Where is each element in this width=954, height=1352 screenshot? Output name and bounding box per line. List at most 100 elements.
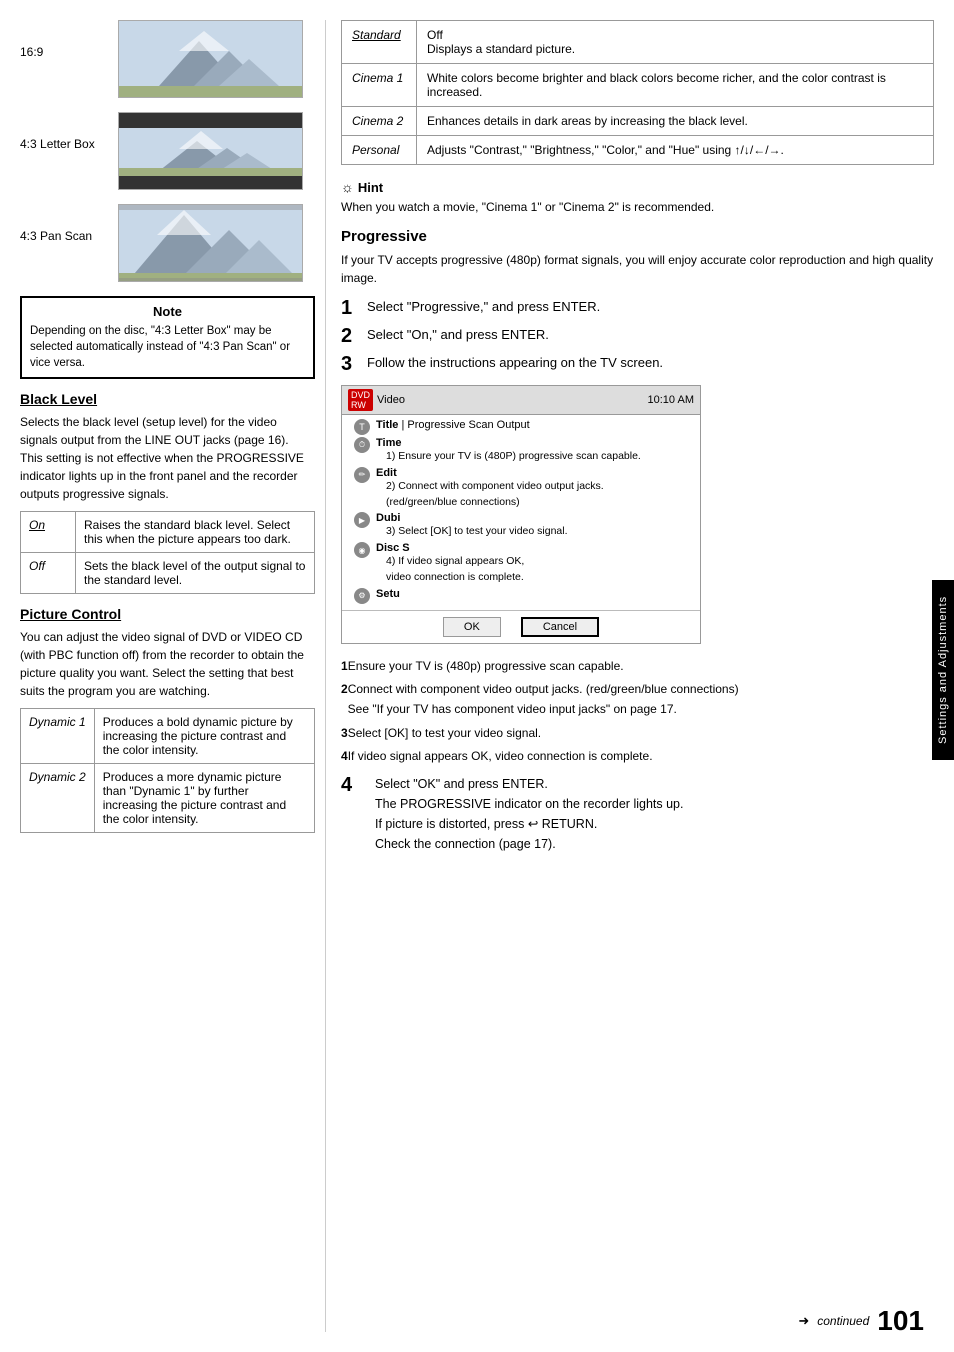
step-number-3: 3 [341,353,359,375]
step-number-2: 2 [341,325,359,347]
note-title: Note [30,304,305,319]
tv-screen: DVDRW Video 10:10 AM T Title | Progressi… [341,385,701,644]
tv-row-setup: ⚙ Setu [348,588,694,604]
black-level-body: Selects the black level (setup level) fo… [20,413,315,503]
table-cell-desc: Produces a bold dynamic picture by incre… [94,709,314,764]
table-row-standard: Standard OffDisplays a standard picture. [342,21,934,64]
note-box: Note Depending on the disc, "4:3 Letter … [20,296,315,379]
progressive-steps: 1 Select "Progressive," and press ENTER.… [341,297,934,375]
table-cell-desc: Produces a more dynamic picture than "Dy… [94,764,314,833]
footer: ➜ continued 101 [798,1305,924,1337]
dvd-icon: DVDRW [348,389,373,411]
list-item: 2 Select "On," and press ENTER. [341,325,934,347]
progressive-title: Progressive [341,228,934,245]
right-column: Standard OffDisplays a standard picture.… [325,20,934,1332]
table-cell-personal-label: Personal [342,136,417,165]
sub-steps: 1Ensure your TV is (480p) progressive sc… [341,656,934,767]
side-tab: Settings and Adjustments [932,580,954,760]
progressive-body: If your TV accepts progressive (480p) fo… [341,251,934,287]
table-row-personal: Personal Adjusts "Contrast," "Brightness… [342,136,934,165]
hint-text: When you watch a movie, "Cinema 1" or "C… [341,198,934,216]
aspect-image-letterbox [118,112,303,190]
hint-icon: ☼ [341,179,354,195]
table-cell-label: On [21,512,76,553]
aspect-label-169: 16:9 [20,20,110,59]
table-cell-standard-label: Standard [342,21,417,64]
tv-row-time: ⏱ Time 1) Ensure your TV is (480P) progr… [348,437,694,465]
table-cell-cinema1-label: Cinema 1 [342,64,417,107]
final-step-4: 4 Select "OK" and press ENTER. The PROGR… [341,774,934,854]
table-cell-label: Dynamic 1 [21,709,95,764]
table-cell-label: Dynamic 2 [21,764,95,833]
tv-row-edit: ✏ Edit 2) Connect with component video o… [348,467,694,511]
table-row: Dynamic 2 Produces a more dynamic pictur… [21,764,315,833]
picture-control-table: Dynamic 1 Produces a bold dynamic pictur… [20,708,315,833]
table-cell-standard-desc: OffDisplays a standard picture. [417,21,934,64]
tv-header-left: DVDRW Video [348,389,405,411]
table-row: Dynamic 1 Produces a bold dynamic pictur… [21,709,315,764]
tv-items-edit: 2) Connect with component video output j… [376,479,694,511]
tv-icon-dub: ▶ [348,512,376,528]
tv-row-disc: ◉ Disc S 4) If video signal appears OK, … [348,542,694,586]
aspect-image-panscan [118,204,303,282]
table-row: On Raises the standard black level. Sele… [21,512,315,553]
tv-category: Video [377,394,405,406]
footer-arrow-icon: ➜ [798,1313,809,1329]
black-level-table: On Raises the standard black level. Sele… [20,511,315,594]
hint-section: ☼ Hint When you watch a movie, "Cinema 1… [341,179,934,216]
aspect-label-letterbox: 4:3 Letter Box [20,112,110,151]
mountain-svg-169 [119,21,303,98]
tv-icon-title: T [348,419,376,435]
table-cell-cinema2-label: Cinema 2 [342,107,417,136]
mountain-svg-panscan [119,205,303,282]
hint-label: Hint [358,180,383,195]
tv-content-dub: Dubi 3) Select [OK] to test your video s… [376,512,694,540]
tv-row-dub: ▶ Dubi 3) Select [OK] to test your video… [348,512,694,540]
tv-icon-setup: ⚙ [348,588,376,604]
tv-content-title: Title | Progressive Scan Output [376,419,694,431]
step-text-2: Select "On," and press ENTER. [367,325,549,345]
tv-icon-time: ⏱ [348,437,376,453]
tv-content-time: Time 1) Ensure your TV is (480P) progres… [376,437,694,465]
mountain-svg-letterbox [119,113,303,190]
tv-icon-edit: ✏ [348,467,376,483]
tv-items-disc: 4) If video signal appears OK, video con… [376,554,694,586]
table-cell-desc: Sets the black level of the output signa… [76,553,315,594]
picture-control-title: Picture Control [20,606,315,622]
list-item: 3 Follow the instructions appearing on t… [341,353,934,375]
table-cell-personal-desc: Adjusts "Contrast," "Brightness," "Color… [417,136,934,165]
picture-mode-table: Standard OffDisplays a standard picture.… [341,20,934,165]
step-number-1: 1 [341,297,359,319]
tv-header: DVDRW Video 10:10 AM [342,386,700,415]
table-row-cinema2: Cinema 2 Enhances details in dark areas … [342,107,934,136]
black-level-title: Black Level [20,391,315,407]
table-cell-desc: Raises the standard black level. Select … [76,512,315,553]
step-text-1: Select "Progressive," and press ENTER. [367,297,600,317]
tv-row-title: T Title | Progressive Scan Output [348,419,694,435]
aspect-image-169 [118,20,303,98]
progressive-section: Progressive If your TV accepts progressi… [341,228,934,854]
footer-continued: continued [817,1314,869,1328]
table-cell-cinema2-desc: Enhances details in dark areas by increa… [417,107,934,136]
note-text: Depending on the disc, "4:3 Letter Box" … [30,323,305,371]
table-cell-label: Off [21,553,76,594]
picture-control-body: You can adjust the video signal of DVD o… [20,628,315,700]
tv-items-dub: 3) Select [OK] to test your video signal… [376,524,694,540]
left-column: 16:9 4:3 Letter Box [20,20,315,1332]
tv-time: 10:10 AM [648,394,694,406]
final-step-text: Select "OK" and press ENTER. The PROGRES… [375,774,683,854]
aspect-label-panscan: 4:3 Pan Scan [20,204,110,243]
tv-body: T Title | Progressive Scan Output ⏱ [342,415,700,610]
tv-ok-button[interactable]: OK [443,617,501,637]
tv-icon-disc: ◉ [348,542,376,558]
tv-cancel-button[interactable]: Cancel [521,617,599,637]
aspect-section-panscan: 4:3 Pan Scan [20,204,315,282]
tv-content-disc: Disc S 4) If video signal appears OK, vi… [376,542,694,586]
tv-content-edit: Edit 2) Connect with component video out… [376,467,694,511]
table-row: Off Sets the black level of the output s… [21,553,315,594]
hint-title: ☼ Hint [341,179,934,195]
final-step-number: 4 [341,774,359,796]
table-row-cinema1: Cinema 1 White colors become brighter an… [342,64,934,107]
list-item: 1 Select "Progressive," and press ENTER. [341,297,934,319]
tv-content-setup: Setu [376,588,694,600]
